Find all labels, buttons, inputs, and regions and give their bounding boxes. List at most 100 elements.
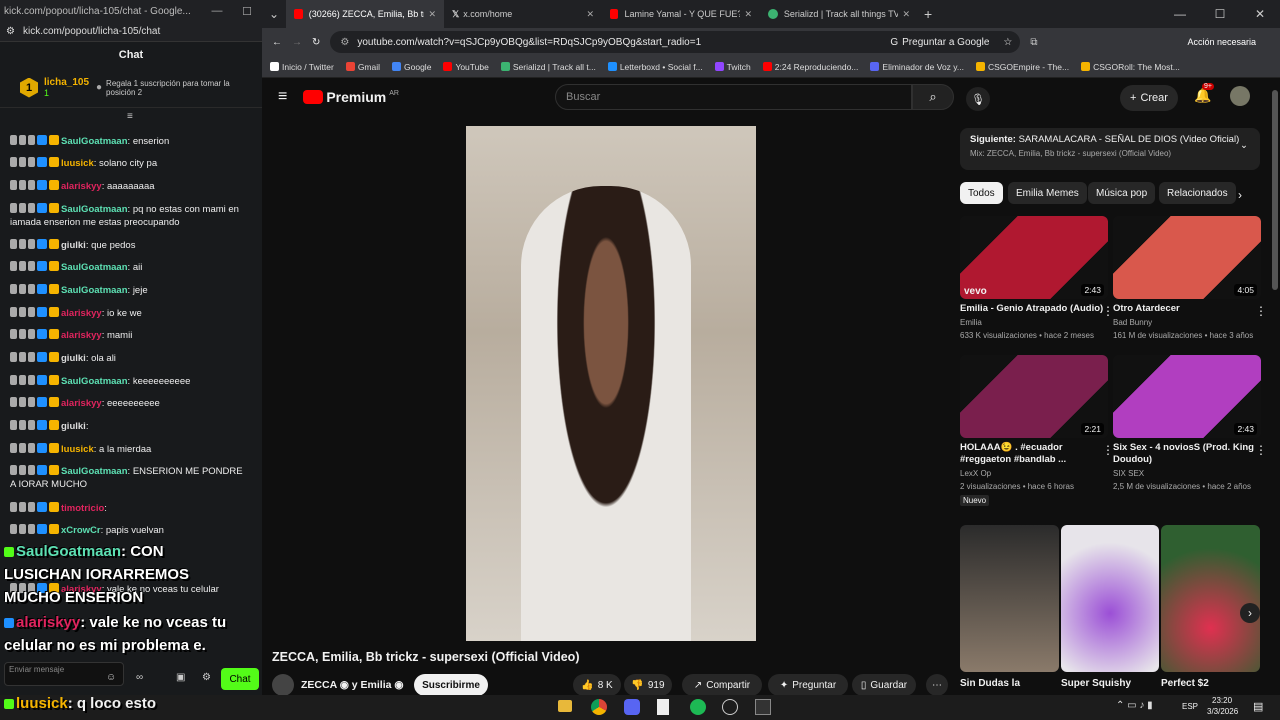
language-indicator[interactable]: ESP bbox=[1182, 702, 1198, 711]
tab-youtube[interactable]: (30266) ZECCA, Emilia, Bb trickz✕ bbox=[286, 0, 444, 28]
chat-username[interactable]: SaulGoatmaan bbox=[61, 136, 128, 147]
chat-username[interactable]: luusick bbox=[61, 444, 94, 455]
chat-username[interactable]: giulki bbox=[61, 421, 86, 432]
shop-icon[interactable]: ▣ bbox=[176, 672, 185, 683]
emote-icon[interactable]: ☺ bbox=[106, 672, 116, 683]
chat-username[interactable]: giulki bbox=[61, 240, 86, 251]
dislike-button[interactable]: 👎 919 bbox=[624, 674, 672, 696]
tab-serializd[interactable]: Serializd | Track all things TV ✕ bbox=[760, 0, 918, 28]
steam-icon[interactable] bbox=[722, 699, 738, 715]
close-icon[interactable]: ✕ bbox=[428, 9, 436, 20]
maximize-icon[interactable]: ☐ bbox=[232, 5, 262, 18]
bookmark-item[interactable]: 2:24 Reproduciendo... bbox=[762, 61, 858, 72]
chrome-icon[interactable] bbox=[591, 699, 607, 715]
chevron-down-icon[interactable]: ⌄ bbox=[1240, 140, 1248, 151]
tray-icons[interactable]: ⌃ ▭ ♪ ▮ bbox=[1116, 700, 1153, 711]
chat-url[interactable]: kick.com/popout/licha-105/chat bbox=[23, 26, 160, 37]
recommendation-card[interactable]: 2:21 HOLAAA😉 . #ecuador #reggaeton #bandl… bbox=[960, 355, 1114, 506]
rec-title[interactable]: HOLAAA😉 . #ecuador #reggaeton #bandlab .… bbox=[960, 442, 1108, 466]
next-up-panel[interactable]: Siguiente: SARAMALACARA - SEÑAL DE DIOS … bbox=[960, 128, 1260, 170]
scrollbar[interactable] bbox=[1272, 90, 1278, 290]
bookmark-item[interactable]: Eliminador de Voz y... bbox=[870, 61, 964, 72]
mic-icon[interactable]: 🎙 bbox=[966, 87, 990, 111]
bookmark-item[interactable]: Inicio / Twitter bbox=[270, 61, 334, 72]
more-actions-button[interactable]: ⋯ bbox=[926, 674, 948, 696]
search-icon[interactable]: ⌕ bbox=[912, 84, 954, 110]
channel-avatar[interactable] bbox=[272, 674, 294, 696]
pinned-menu-icon[interactable]: ≡ bbox=[127, 111, 133, 122]
bookmark-item[interactable]: Twitch bbox=[714, 61, 751, 72]
chat-username[interactable]: luusick bbox=[61, 158, 94, 169]
chip-musica-pop[interactable]: Música pop bbox=[1088, 182, 1156, 204]
chevron-right-icon[interactable]: › bbox=[1238, 188, 1242, 202]
bookmark-item[interactable]: Serializd | Track all t... bbox=[500, 61, 596, 72]
short-title[interactable]: Super Squishy bbox=[1061, 678, 1131, 689]
users-icon[interactable]: ∞ bbox=[136, 672, 143, 683]
bookmark-item[interactable]: Google bbox=[392, 61, 431, 72]
close-window-icon[interactable]: ✕ bbox=[1240, 7, 1280, 21]
rec-channel[interactable]: SIX SEX bbox=[1113, 468, 1261, 479]
chip-todos[interactable]: Todos bbox=[960, 182, 1003, 204]
recommendation-card[interactable]: vevo 2:43 Emilia - Genio Atrapado (Audio) E… bbox=[960, 216, 1114, 341]
chip-relacionados[interactable]: Relacionados bbox=[1159, 182, 1236, 204]
rec-title[interactable]: Six Sex - 4 noviosS (Prod. King Doudou) bbox=[1113, 442, 1261, 466]
share-button[interactable]: ↗ Compartir bbox=[682, 674, 762, 696]
thumbnail[interactable]: vevo 2:43 bbox=[960, 216, 1108, 299]
back-icon[interactable]: ← bbox=[272, 37, 282, 48]
ask-button[interactable]: ✦ Preguntar bbox=[768, 674, 848, 696]
youtube-logo[interactable]: Premium AR bbox=[303, 89, 399, 105]
bookmark-item[interactable]: YouTube bbox=[443, 61, 489, 72]
recommendation-card[interactable]: 4:05 Otro Atardecer Bad Bunny 161 M de visu… bbox=[1113, 216, 1267, 341]
thumbnail[interactable]: 4:05 bbox=[1113, 216, 1261, 299]
bookmark-item[interactable]: Letterboxd • Social f... bbox=[607, 61, 703, 72]
discord-icon[interactable] bbox=[624, 699, 640, 715]
like-button[interactable]: 👍 8 K bbox=[573, 674, 621, 696]
tab-lamine[interactable]: Lamine Yamal - Y QUE FUE? (D...✕ bbox=[602, 0, 760, 28]
url-input[interactable]: ⚙ youtube.com/watch?v=qSJCp9yOBQg&list=R… bbox=[330, 31, 1021, 53]
recommendation-card[interactable]: 2:43 Six Sex - 4 noviosS (Prod. King Doud… bbox=[1113, 355, 1267, 492]
save-button[interactable]: ▯ Guardar bbox=[852, 674, 916, 696]
create-button[interactable]: + Crear bbox=[1120, 85, 1178, 111]
search-input[interactable]: Buscar bbox=[555, 84, 912, 110]
chat-username[interactable]: alariskyy bbox=[61, 330, 102, 341]
rec-channel[interactable]: Bad Bunny bbox=[1113, 317, 1261, 328]
chat-username[interactable]: alariskyy bbox=[61, 308, 102, 319]
chat-username[interactable]: xCrowCr bbox=[61, 525, 101, 536]
chat-username[interactable]: SaulGoatmaan bbox=[61, 466, 128, 477]
reload-icon[interactable]: ↻ bbox=[312, 37, 320, 48]
ask-google-button[interactable]: G Preguntar a Google ☆ bbox=[890, 37, 1020, 48]
menu-icon[interactable]: ≡ bbox=[278, 88, 287, 106]
rec-channel[interactable]: Emilia bbox=[960, 317, 1108, 328]
chat-send-button[interactable]: Chat bbox=[221, 668, 259, 690]
extensions-icon[interactable]: ⧉ bbox=[1030, 37, 1037, 48]
chip-emilia-memes[interactable]: Emilia Memes bbox=[1008, 182, 1087, 204]
rec-title[interactable]: Otro Atardecer bbox=[1113, 303, 1261, 315]
avatar[interactable] bbox=[1230, 86, 1250, 106]
subscribe-button[interactable]: Suscribirme bbox=[414, 674, 488, 696]
chat-username[interactable]: SaulGoatmaan bbox=[61, 204, 128, 215]
short-card[interactable] bbox=[960, 525, 1059, 672]
close-icon[interactable]: ✕ bbox=[744, 9, 752, 20]
rec-title[interactable]: Emilia - Genio Atrapado (Audio) bbox=[960, 303, 1108, 315]
notifications-icon[interactable]: 🔔 9+ bbox=[1194, 83, 1214, 104]
tab-x[interactable]: 𝕏x.com/home ✕ bbox=[444, 0, 602, 28]
tune-icon[interactable]: ⚙ bbox=[6, 26, 15, 37]
thumbnail[interactable]: 2:21 bbox=[960, 355, 1108, 438]
top-gifter[interactable]: 1 licha_105 1 ● Regala 1 suscripción par… bbox=[0, 68, 262, 108]
chat-username[interactable]: alariskyy bbox=[61, 181, 102, 192]
chat-username[interactable]: SaulGoatmaan bbox=[61, 262, 128, 273]
forward-icon[interactable]: → bbox=[292, 37, 302, 48]
chat-username[interactable]: giulki bbox=[61, 353, 86, 364]
folder-icon[interactable] bbox=[558, 700, 572, 712]
chevron-right-icon[interactable]: › bbox=[1240, 603, 1260, 623]
channel-name[interactable]: ZECCA ◉ y Emilia ◉ bbox=[301, 679, 404, 691]
clock-date[interactable]: 3/3/2026 bbox=[1207, 707, 1238, 716]
action-needed-button[interactable]: Acción necesaria bbox=[1187, 37, 1256, 47]
chat-username[interactable]: timotricio bbox=[61, 503, 104, 514]
settings-icon[interactable]: ⚙ bbox=[202, 672, 211, 683]
short-title[interactable]: Perfect $2 bbox=[1161, 678, 1209, 689]
bookmark-item[interactable]: Gmail bbox=[345, 61, 380, 72]
tab-search-icon[interactable]: ⌄ bbox=[262, 7, 286, 21]
thumbnail[interactable]: 2:43 bbox=[1113, 355, 1261, 438]
bookmark-item[interactable]: CSGORoll: The Most... bbox=[1081, 61, 1180, 72]
